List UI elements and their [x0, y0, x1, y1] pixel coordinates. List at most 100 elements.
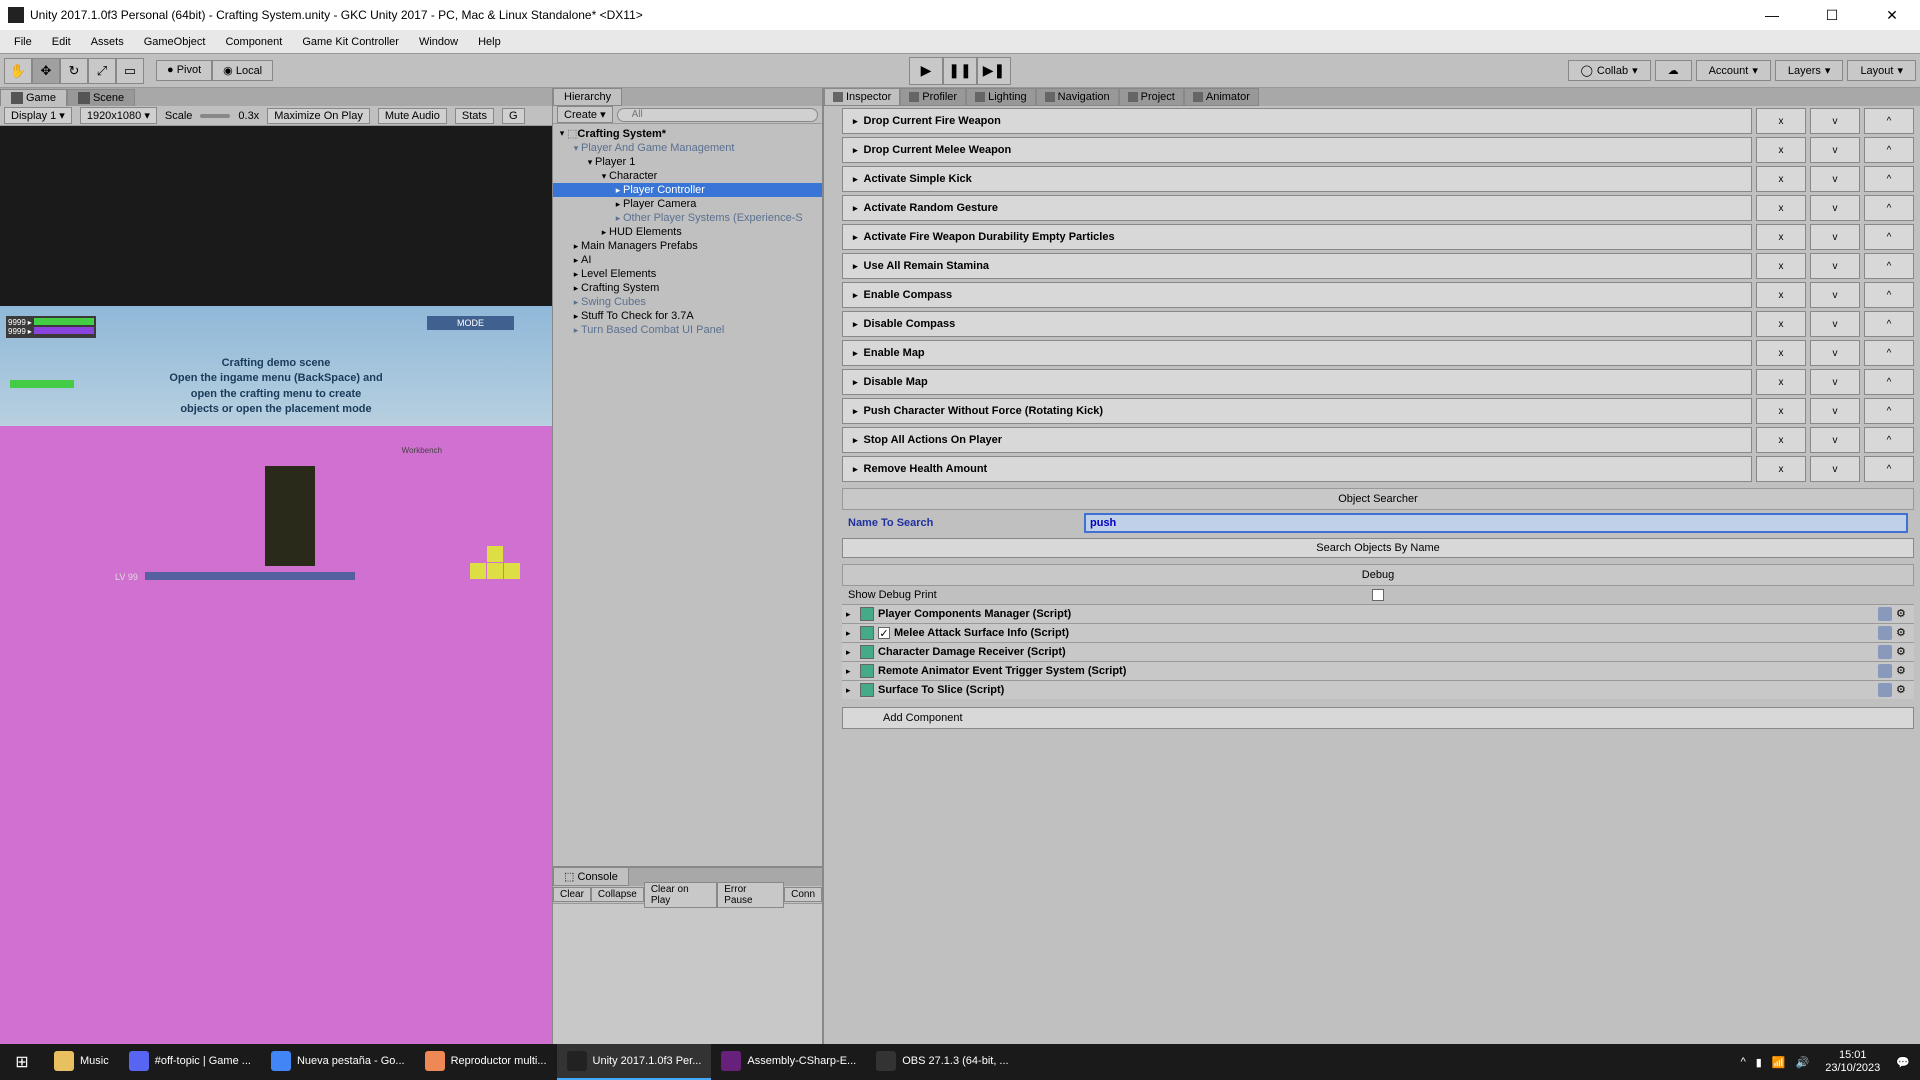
scale-tool[interactable]: ⤢ — [88, 58, 116, 84]
gizmos-toggle[interactable]: G — [502, 108, 525, 124]
event-box[interactable]: ▸Activate Fire Weapon Durability Empty P… — [842, 224, 1752, 250]
system-tray[interactable]: ^ ▮ 📶 🔊 15:01 23/10/2023 💬 — [1731, 1049, 1920, 1075]
event-box[interactable]: ▸Drop Current Melee Weapon — [842, 137, 1752, 163]
event-v-button[interactable]: v — [1810, 137, 1860, 163]
tree-node[interactable]: ▸Turn Based Combat UI Panel — [553, 323, 822, 337]
tab-hierarchy[interactable]: Hierarchy — [553, 88, 622, 106]
event-box[interactable]: ▸Enable Map — [842, 340, 1752, 366]
tree-node[interactable]: ▸Player Camera — [553, 197, 822, 211]
tree-node[interactable]: ▸HUD Elements — [553, 225, 822, 239]
hand-tool[interactable]: ✋ — [4, 58, 32, 84]
debug-checkbox[interactable] — [1372, 589, 1384, 601]
event-up-button[interactable]: ^ — [1864, 282, 1914, 308]
help-icon[interactable] — [1878, 645, 1892, 659]
event-x-button[interactable]: x — [1756, 311, 1806, 337]
event-up-button[interactable]: ^ — [1864, 253, 1914, 279]
gear-icon[interactable]: ⚙ — [1896, 664, 1910, 678]
event-up-button[interactable]: ^ — [1864, 427, 1914, 453]
event-v-button[interactable]: v — [1810, 253, 1860, 279]
maximize-button[interactable]: ☐ — [1812, 1, 1852, 29]
move-tool[interactable]: ✥ — [32, 58, 60, 84]
tray-volume-icon[interactable]: 🔊 — [1796, 1056, 1810, 1069]
tree-node[interactable]: ▸Crafting System — [553, 281, 822, 295]
game-view[interactable]: 9999▸ 9999▸ MODE Crafting demo scene Ope… — [0, 126, 552, 1044]
tree-node[interactable]: ▸Stuff To Check for 3.7A — [553, 309, 822, 323]
tree-node[interactable]: ▸AI — [553, 253, 822, 267]
rect-tool[interactable]: ▭ — [116, 58, 144, 84]
tray-battery-icon[interactable]: ▮ — [1756, 1056, 1762, 1069]
event-box[interactable]: ▸Drop Current Fire Weapon — [842, 108, 1752, 134]
event-box[interactable]: ▸Enable Compass — [842, 282, 1752, 308]
event-x-button[interactable]: x — [1756, 398, 1806, 424]
help-icon[interactable] — [1878, 607, 1892, 621]
tree-node[interactable]: ▸Main Managers Prefabs — [553, 239, 822, 253]
event-x-button[interactable]: x — [1756, 340, 1806, 366]
event-up-button[interactable]: ^ — [1864, 166, 1914, 192]
event-up-button[interactable]: ^ — [1864, 224, 1914, 250]
minimize-button[interactable]: — — [1752, 1, 1792, 29]
chevron-right-icon[interactable]: ▸ — [846, 609, 856, 620]
tree-node[interactable]: ▸Other Player Systems (Experience-S — [553, 211, 822, 225]
help-icon[interactable] — [1878, 626, 1892, 640]
event-x-button[interactable]: x — [1756, 427, 1806, 453]
menu-help[interactable]: Help — [468, 33, 511, 51]
event-up-button[interactable]: ^ — [1864, 369, 1914, 395]
gear-icon[interactable]: ⚙ — [1896, 683, 1910, 697]
tree-node[interactable]: ▸Level Elements — [553, 267, 822, 281]
maximize-toggle[interactable]: Maximize On Play — [267, 108, 370, 124]
taskbar-player[interactable]: Reproductor multi... — [415, 1044, 557, 1080]
tree-node[interactable]: ▾Character — [553, 169, 822, 183]
local-button[interactable]: ◉ Local — [212, 60, 273, 81]
tab-lighting[interactable]: Lighting — [966, 88, 1036, 106]
tab-project[interactable]: Project — [1119, 88, 1184, 106]
event-box[interactable]: ▸Use All Remain Stamina — [842, 253, 1752, 279]
play-button[interactable]: ▶ — [909, 57, 943, 85]
event-box[interactable]: ▸Disable Map — [842, 369, 1752, 395]
chevron-right-icon[interactable]: ▸ — [846, 628, 856, 639]
event-box[interactable]: ▸Stop All Actions On Player — [842, 427, 1752, 453]
start-button[interactable]: ⊞ — [0, 1044, 44, 1080]
event-x-button[interactable]: x — [1756, 224, 1806, 250]
step-button[interactable]: ▶❚ — [977, 57, 1011, 85]
event-x-button[interactable]: x — [1756, 108, 1806, 134]
event-x-button[interactable]: x — [1756, 369, 1806, 395]
event-x-button[interactable]: x — [1756, 195, 1806, 221]
tree-node-selected[interactable]: ▸Player Controller — [553, 183, 822, 197]
chevron-right-icon[interactable]: ▸ — [846, 666, 856, 677]
collab-button[interactable]: ◯ Collab ▾ — [1568, 60, 1651, 81]
taskbar-obs[interactable]: OBS 27.1.3 (64-bit, ... — [866, 1044, 1018, 1080]
gear-icon[interactable]: ⚙ — [1896, 645, 1910, 659]
tab-animator[interactable]: Animator — [1184, 88, 1259, 106]
tray-chevron-icon[interactable]: ^ — [1741, 1056, 1746, 1068]
event-up-button[interactable]: ^ — [1864, 311, 1914, 337]
menu-gameobject[interactable]: GameObject — [134, 33, 216, 51]
stats-toggle[interactable]: Stats — [455, 108, 494, 124]
tab-console[interactable]: ⬚ Console — [553, 867, 629, 886]
help-icon[interactable] — [1878, 683, 1892, 697]
event-v-button[interactable]: v — [1810, 224, 1860, 250]
event-up-button[interactable]: ^ — [1864, 398, 1914, 424]
close-button[interactable]: ✕ — [1872, 1, 1912, 29]
event-up-button[interactable]: ^ — [1864, 340, 1914, 366]
tab-profiler[interactable]: Profiler — [900, 88, 966, 106]
scale-slider[interactable] — [200, 114, 230, 118]
help-icon[interactable] — [1878, 664, 1892, 678]
taskbar-music[interactable]: Music — [44, 1044, 119, 1080]
console-clear[interactable]: Clear — [553, 887, 591, 902]
event-up-button[interactable]: ^ — [1864, 137, 1914, 163]
menu-assets[interactable]: Assets — [81, 33, 134, 51]
console-collapse[interactable]: Collapse — [591, 887, 644, 902]
component-checkbox[interactable]: ✓ — [878, 627, 890, 639]
account-button[interactable]: Account ▾ — [1696, 60, 1771, 81]
pivot-button[interactable]: ● Pivot — [156, 60, 212, 81]
hierarchy-search[interactable] — [617, 108, 818, 122]
tree-node[interactable]: ▸Swing Cubes — [553, 295, 822, 309]
resolution-selector[interactable]: 1920x1080 ▾ — [80, 107, 157, 124]
tray-notifications-icon[interactable]: 💬 — [1896, 1056, 1910, 1069]
menu-edit[interactable]: Edit — [42, 33, 81, 51]
menu-gkc[interactable]: Game Kit Controller — [292, 33, 409, 51]
layers-button[interactable]: Layers ▾ — [1775, 60, 1844, 81]
event-v-button[interactable]: v — [1810, 340, 1860, 366]
menu-window[interactable]: Window — [409, 33, 468, 51]
event-x-button[interactable]: x — [1756, 456, 1806, 482]
